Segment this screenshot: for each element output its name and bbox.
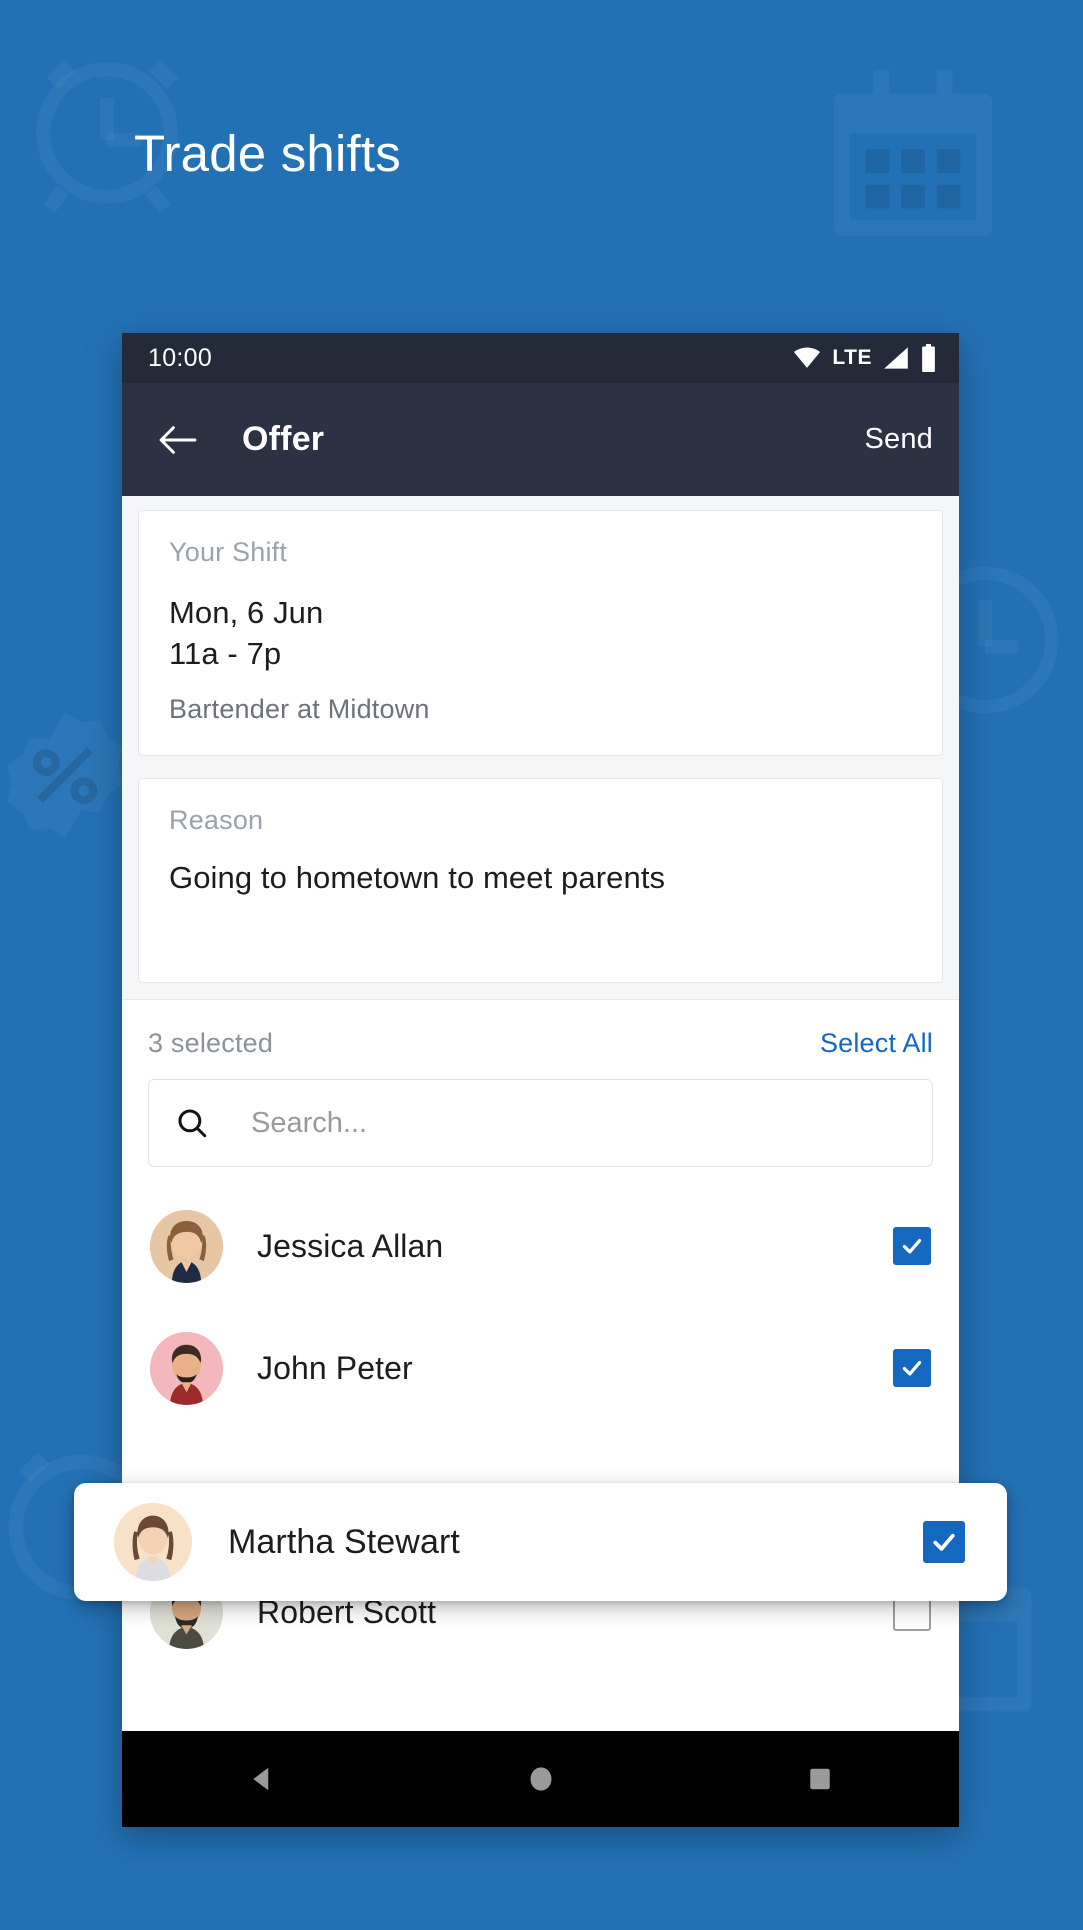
person-name: Martha Stewart [228,1522,460,1561]
select-all-button[interactable]: Select All [820,1028,933,1059]
person-checkbox[interactable] [923,1521,965,1563]
shift-time: 11a - 7p [169,636,282,672]
search-box[interactable] [148,1079,933,1168]
wifi-icon [793,347,821,369]
recents-nav-icon[interactable] [775,1749,865,1809]
reason-card[interactable]: Reason Going to hometown to meet parents [138,778,943,984]
list-item[interactable]: John Peter [144,1307,937,1429]
reason-label: Reason [169,805,264,836]
status-bar-time: 10:00 [148,343,213,372]
phone-mockup: 10:00 LTE Offer Send Your Shift Mon, 6 J… [74,333,1007,1827]
battery-icon [920,344,937,372]
person-checkbox[interactable] [893,1227,931,1266]
search-icon [175,1106,209,1140]
selected-count-label: 3 selected [148,1028,274,1059]
reason-value: Going to hometown to meet parents [169,860,666,896]
your-shift-card: Your Shift Mon, 6 Jun 11a - 7p Bartender… [138,510,943,757]
person-name: Jessica Allan [257,1227,444,1264]
signal-icon [883,346,909,370]
percent-badge-watermark [0,700,140,850]
calendar-watermark [818,62,1008,252]
page-title: Trade shifts [134,125,401,182]
app-bar: Offer Send [122,383,959,496]
home-nav-icon[interactable] [496,1749,586,1809]
person-name: John Peter [257,1349,413,1386]
phone-screen: 10:00 LTE Offer Send Your Shift Mon, 6 J… [122,333,959,1827]
avatar [114,1503,192,1581]
back-nav-icon[interactable] [217,1749,307,1809]
list-item[interactable]: Jessica Allan [144,1185,937,1307]
person-checkbox[interactable] [893,1349,931,1388]
app-bar-title: Offer [242,420,325,458]
back-arrow-icon[interactable] [150,412,206,468]
avatar [150,1209,223,1283]
avatar [150,1331,223,1405]
send-button[interactable]: Send [864,423,933,456]
status-bar: 10:00 LTE [122,333,959,383]
shift-date: Mon, 6 Jun [169,595,324,630]
highlighted-list-item[interactable]: Martha Stewart [74,1483,1007,1601]
android-nav-bar [122,1731,959,1827]
status-bar-icons: LTE [793,344,937,372]
network-type-label: LTE [832,346,872,369]
search-input[interactable] [249,1105,906,1141]
offer-details-sheet: Your Shift Mon, 6 Jun 11a - 7p Bartender… [122,496,959,1000]
shift-role: Bartender at Midtown [169,694,430,725]
your-shift-label: Your Shift [169,537,288,567]
selection-header: 3 selected Select All [144,1000,937,1079]
